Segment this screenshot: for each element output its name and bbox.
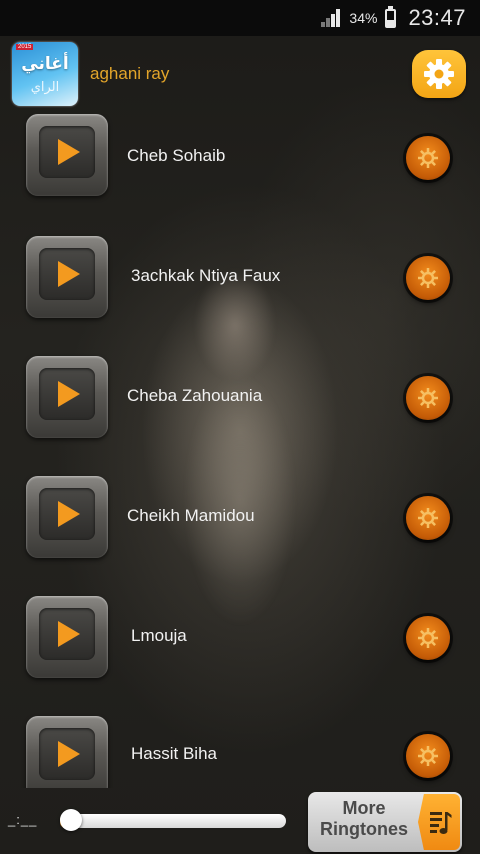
gear-icon xyxy=(418,628,438,648)
play-button[interactable] xyxy=(26,236,108,318)
song-settings-button[interactable] xyxy=(406,616,450,660)
status-time: 23:47 xyxy=(408,5,466,30)
seek-slider-thumb[interactable] xyxy=(60,809,83,831)
song-title[interactable]: 3achkak Ntiya Faux xyxy=(131,266,280,286)
play-icon xyxy=(58,501,80,527)
seek-slider[interactable] xyxy=(60,809,286,831)
song-settings-button[interactable] xyxy=(406,496,450,540)
song-title[interactable]: Hassit Biha xyxy=(131,744,217,764)
play-button[interactable] xyxy=(26,716,108,788)
gear-icon xyxy=(418,268,438,288)
play-button[interactable] xyxy=(26,114,108,196)
ringtones-label: Ringtones xyxy=(320,819,408,839)
song-settings-button[interactable] xyxy=(406,734,450,778)
signal-icon xyxy=(321,9,341,27)
gear-icon xyxy=(418,148,438,168)
song-row[interactable]: Hassit Biha xyxy=(0,714,480,788)
more-ringtones-button[interactable]: More Ringtones xyxy=(308,792,462,852)
song-row[interactable]: Cheba Zahouania xyxy=(0,354,480,444)
app-title: aghani ray xyxy=(90,64,170,83)
gear-icon xyxy=(418,746,438,766)
song-title[interactable]: Cheba Zahouania xyxy=(127,386,262,406)
song-settings-button[interactable] xyxy=(406,256,450,300)
play-button[interactable] xyxy=(26,356,108,438)
play-icon xyxy=(58,261,80,287)
music-list-icon xyxy=(418,794,460,850)
song-row[interactable]: Cheikh Mamidou xyxy=(0,474,480,564)
logo-badge: 2015 xyxy=(16,44,34,50)
status-bar: 34% 23:47 xyxy=(0,0,480,36)
settings-button[interactable] xyxy=(412,50,466,98)
play-button[interactable] xyxy=(26,476,108,558)
gear-icon xyxy=(424,59,454,89)
song-title[interactable]: Cheikh Mamidou xyxy=(127,506,255,526)
song-settings-button[interactable] xyxy=(406,376,450,420)
song-row[interactable]: Lmouja xyxy=(0,594,480,684)
more-label: More xyxy=(342,798,386,818)
gear-icon xyxy=(418,508,438,528)
battery-icon xyxy=(385,5,397,28)
song-title[interactable]: Cheb Sohaib xyxy=(127,146,225,166)
battery-percent: 34% xyxy=(349,10,378,26)
play-icon xyxy=(58,139,80,165)
logo-text-sub: الراي xyxy=(30,80,60,95)
player-bar: _:__ More Ringtones xyxy=(0,788,480,854)
song-list[interactable]: Cheb Sohaib 3achkak Ntiya Faux Cheba Zah… xyxy=(0,114,480,788)
time-display: _:__ xyxy=(8,812,38,827)
song-row[interactable]: 3achkak Ntiya Faux xyxy=(0,234,480,324)
song-title[interactable]: Lmouja xyxy=(131,626,187,646)
play-icon xyxy=(58,621,80,647)
song-row[interactable]: Cheb Sohaib xyxy=(0,114,480,204)
app-header: 2015 أغاني الراي aghani ray xyxy=(0,36,480,114)
app-logo: 2015 أغاني الراي xyxy=(12,42,78,106)
play-icon xyxy=(58,741,80,767)
gear-icon xyxy=(418,388,438,408)
song-settings-button[interactable] xyxy=(406,136,450,180)
play-icon xyxy=(58,381,80,407)
logo-text-main: أغاني xyxy=(21,54,69,74)
play-button[interactable] xyxy=(26,596,108,678)
